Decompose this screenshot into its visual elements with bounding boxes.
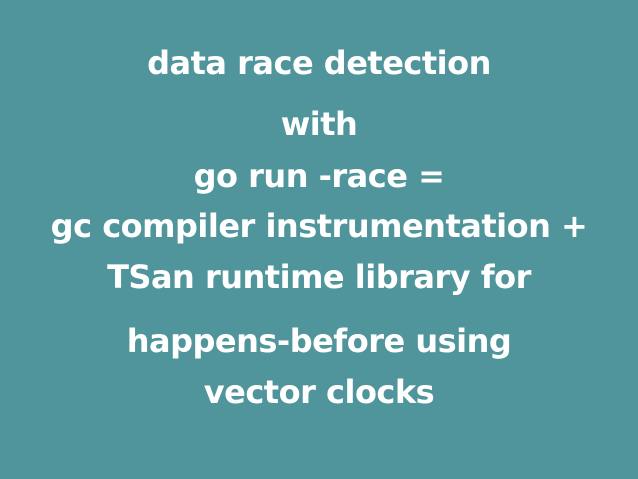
- slide-text-line-6: happens-before using: [126, 322, 512, 360]
- slide-text-line-7: vector clocks: [203, 373, 435, 411]
- slide-text-line-2: with: [280, 105, 358, 143]
- slide-text-line-1: data race detection: [147, 44, 491, 82]
- slide: data race detection with go run -race = …: [0, 0, 638, 479]
- slide-text-line-4: gc compiler instrumentation +: [50, 207, 588, 245]
- slide-text-line-3: go run -race =: [193, 157, 445, 195]
- slide-text-line-5: TSan runtime library for: [107, 258, 531, 296]
